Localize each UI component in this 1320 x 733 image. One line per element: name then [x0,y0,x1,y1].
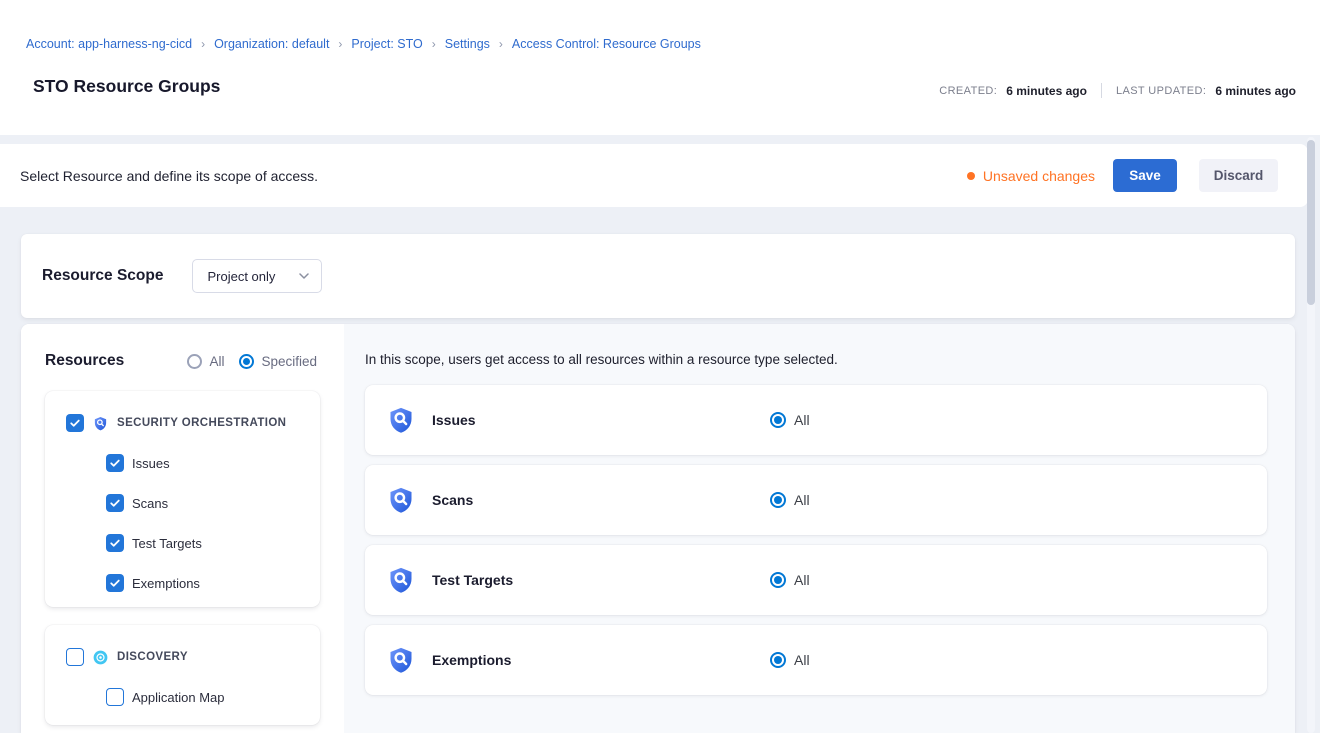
tree-item-issues: Issues [45,454,320,472]
group-label: SECURITY ORCHESTRATION [117,417,286,429]
access-row-label: Issues [432,412,770,428]
radio-selected-icon[interactable] [770,412,786,428]
shield-scan-icon [93,416,108,431]
group-header: SECURITY ORCHESTRATION [45,414,320,432]
access-all-option[interactable]: All [770,492,810,508]
access-all-option[interactable]: All [770,652,810,668]
tree-item-exemptions: Exemptions [45,574,320,592]
resource-scope-select[interactable]: Project only [192,259,322,293]
breadcrumb-access-control[interactable]: Access Control: Resource Groups [512,37,701,51]
resource-group-details: Resources All Specified SECURITY ORCHEST… [21,324,1295,733]
page-header: Account: app-harness-ng-cicd › Organizat… [0,0,1320,135]
access-row-label: Exemptions [432,652,770,668]
breadcrumb-settings[interactable]: Settings [445,37,490,51]
radio-specified-icon[interactable] [239,354,254,369]
shield-scan-icon [387,486,415,514]
group-label: DISCOVERY [117,651,188,663]
tree-item-label: Test Targets [132,536,202,551]
tree-item-label: Exemptions [132,576,200,591]
radio-selected-icon[interactable] [770,492,786,508]
breadcrumb-chevron-icon: › [432,37,436,51]
access-row-scans: Scans All [365,465,1267,535]
created-label: CREATED: [939,85,997,97]
unsaved-changes-label: Unsaved changes [983,168,1095,184]
checkbox-scans[interactable] [106,494,124,512]
access-all-label: All [794,572,810,588]
last-updated-value: 6 minutes ago [1215,84,1296,98]
access-panel: In this scope, users get access to all r… [344,324,1295,733]
action-toolbar: Select Resource and define its scope of … [0,144,1308,207]
unsaved-dot-icon [967,172,975,180]
breadcrumb-chevron-icon: › [201,37,205,51]
radio-all-label: All [209,354,224,369]
checkbox-exemptions[interactable] [106,574,124,592]
chevron-down-icon [299,273,309,279]
tree-item-label: Issues [132,456,170,471]
group-security-orchestration: SECURITY ORCHESTRATION Issues Scans Test… [45,391,320,607]
access-all-label: All [794,652,810,668]
checkbox-discovery[interactable] [66,648,84,666]
last-updated-label: LAST UPDATED: [1116,85,1206,97]
breadcrumb-account[interactable]: Account: app-harness-ng-cicd [26,37,192,51]
discovery-icon [93,650,108,665]
group-header: DISCOVERY [45,648,320,666]
checkbox-security-orchestration[interactable] [66,414,84,432]
radio-specified-label: Specified [261,354,317,369]
access-row-test-targets: Test Targets All [365,545,1267,615]
access-row-exemptions: Exemptions All [365,625,1267,695]
shield-scan-icon [387,406,415,434]
breadcrumb-project[interactable]: Project: STO [351,37,422,51]
breadcrumb-organization[interactable]: Organization: default [214,37,329,51]
created-value: 6 minutes ago [1006,84,1087,98]
radio-all-icon[interactable] [187,354,202,369]
resources-column: Resources All Specified SECURITY ORCHEST… [21,324,344,733]
tree-item-scans: Scans [45,494,320,512]
resources-radio-group: All Specified [187,354,317,369]
radio-selected-icon[interactable] [770,572,786,588]
tree-item-application-map: Application Map [45,688,320,706]
resource-scope-selected-value: Project only [207,269,299,284]
save-button[interactable]: Save [1113,159,1177,192]
radio-specified[interactable]: Specified [239,354,317,369]
checkbox-test-targets[interactable] [106,534,124,552]
header-meta: CREATED: 6 minutes ago LAST UPDATED: 6 m… [939,83,1296,98]
access-row-issues: Issues All [365,385,1267,455]
breadcrumb: Account: app-harness-ng-cicd › Organizat… [26,37,701,51]
shield-scan-icon [387,646,415,674]
resource-scope-card: Resource Scope Project only [21,234,1295,318]
breadcrumb-chevron-icon: › [499,37,503,51]
checkbox-issues[interactable] [106,454,124,472]
tree-item-label: Scans [132,496,168,511]
unsaved-changes-indicator: Unsaved changes [967,168,1095,184]
access-row-label: Test Targets [432,572,770,588]
tree-item-label: Application Map [132,690,225,705]
shield-scan-icon [387,566,415,594]
tree-item-test-targets: Test Targets [45,534,320,552]
resources-title: Resources [45,352,124,370]
radio-selected-icon[interactable] [770,652,786,668]
access-panel-description: In this scope, users get access to all r… [365,352,1295,367]
checkbox-application-map[interactable] [106,688,124,706]
access-all-label: All [794,492,810,508]
resources-header: Resources All Specified [45,352,317,370]
page-title: STO Resource Groups [33,76,220,97]
scrollbar-thumb[interactable] [1307,140,1315,305]
access-rows: Issues All Scans All Test Targets [365,385,1267,695]
access-all-label: All [794,412,810,428]
breadcrumb-chevron-icon: › [338,37,342,51]
group-discovery: DISCOVERY Application Map [45,625,320,725]
radio-all[interactable]: All [187,354,224,369]
access-all-option[interactable]: All [770,412,810,428]
access-all-option[interactable]: All [770,572,810,588]
meta-divider [1101,83,1102,98]
discard-button[interactable]: Discard [1199,159,1278,192]
resource-scope-label: Resource Scope [42,267,163,285]
toolbar-description: Select Resource and define its scope of … [20,168,967,184]
access-row-label: Scans [432,492,770,508]
